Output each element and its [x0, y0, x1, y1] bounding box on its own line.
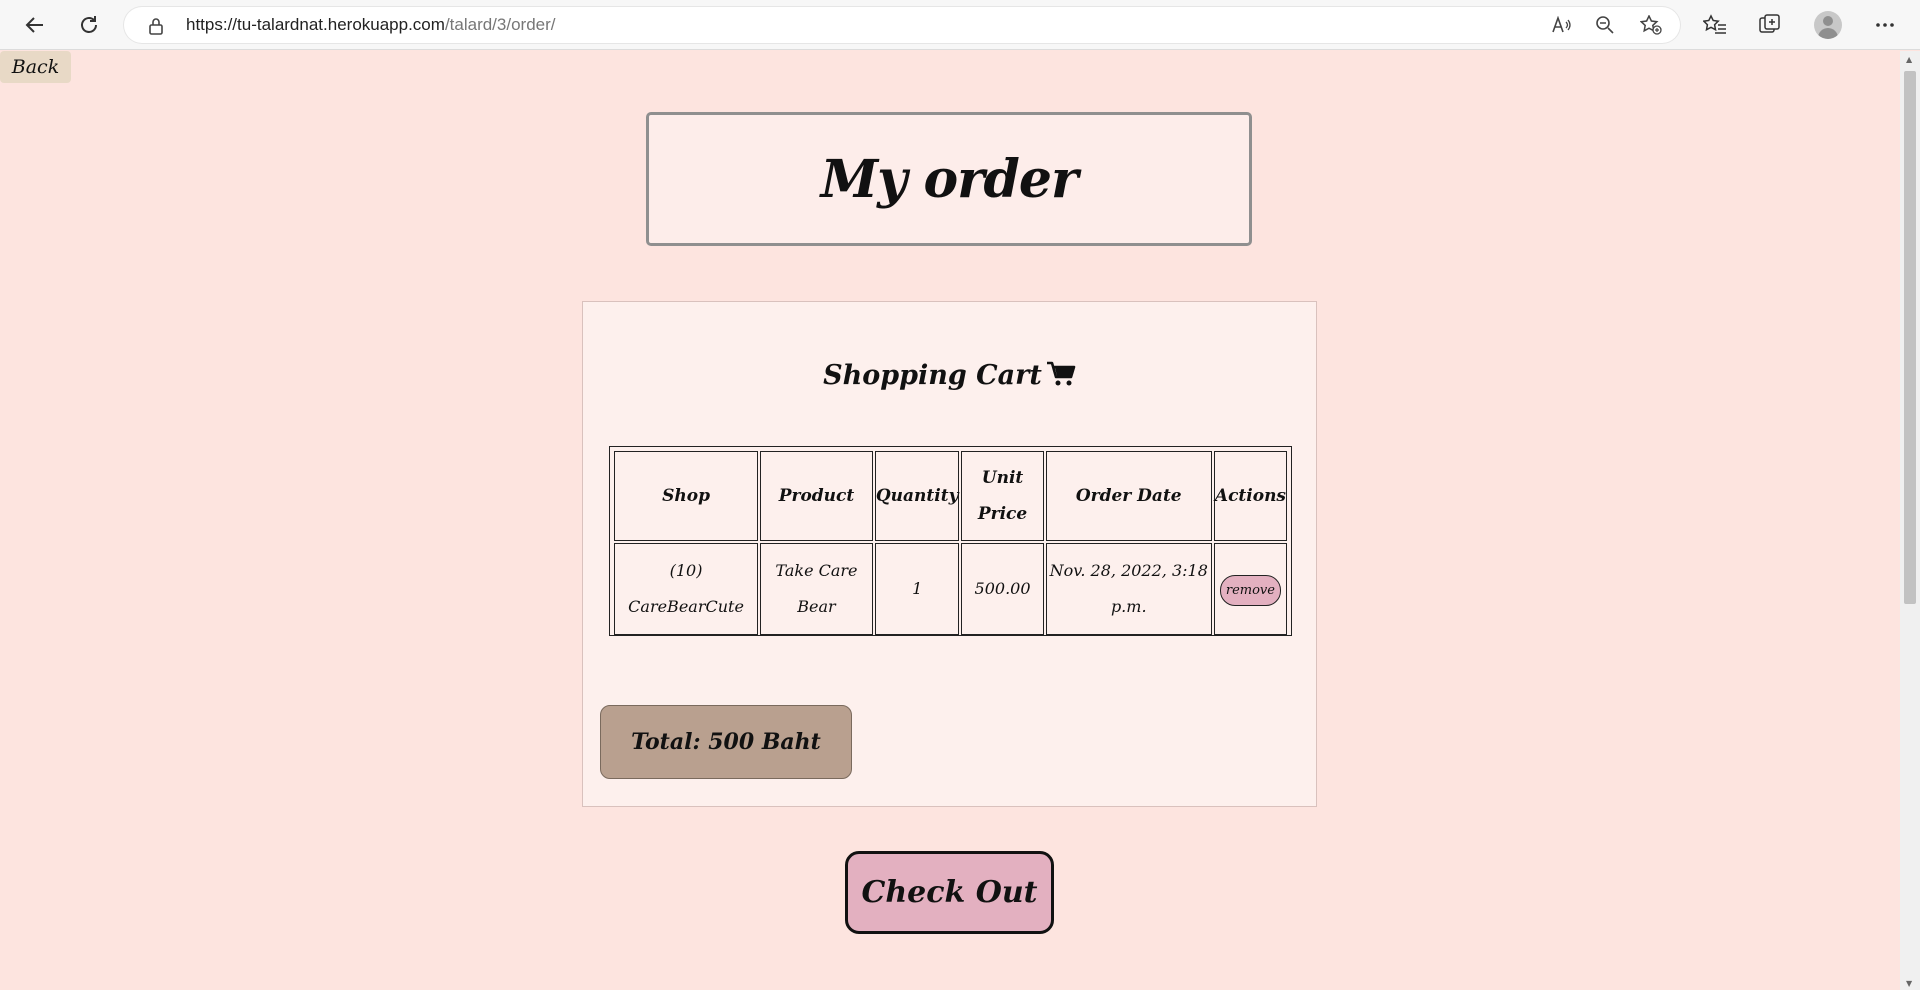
scroll-up-arrow-icon[interactable]: ▲ [1906, 55, 1912, 64]
page-scrollbar[interactable]: ▲ ▼ [1900, 51, 1920, 990]
url-text[interactable]: https://tu-talardnat.herokuapp.com/talar… [186, 15, 556, 35]
url-host: https://tu-talardnat.herokuapp.com [186, 15, 445, 34]
read-aloud-icon[interactable] [1550, 15, 1572, 35]
cart-heading: Shopping Cart [583, 360, 1316, 394]
check-out-button[interactable]: Check Out [845, 851, 1054, 934]
shopping-cart-panel: Shopping Cart Shop Product Quantity Unit… [582, 301, 1317, 807]
lock-icon[interactable] [148, 17, 164, 39]
back-button[interactable]: Back [0, 51, 71, 83]
cell-quantity: 1 [874, 543, 960, 635]
table-header-row: Shop Product Quantity Unit Price Order D… [614, 451, 1287, 541]
column-header-order-date: Order Date [1045, 451, 1212, 541]
add-favorite-icon[interactable] [1640, 15, 1662, 35]
column-header-actions: Actions [1213, 451, 1287, 541]
url-path: /talard/3/order/ [444, 15, 556, 34]
column-header-shop: Shop [614, 451, 759, 541]
remove-button[interactable]: remove [1219, 575, 1281, 606]
title-box: My order [646, 112, 1252, 246]
scroll-thumb[interactable] [1904, 71, 1916, 604]
scroll-down-arrow-icon[interactable]: ▼ [1906, 979, 1912, 988]
collections-icon[interactable] [1755, 10, 1785, 40]
zoom-out-icon[interactable] [1594, 15, 1616, 35]
more-menu-icon[interactable] [1870, 10, 1900, 40]
cart-table: Shop Product Quantity Unit Price Order D… [609, 446, 1292, 636]
back-arrow-icon[interactable] [18, 8, 52, 42]
browser-toolbar: https://tu-talardnat.herokuapp.com/talar… [0, 0, 1920, 50]
column-header-unit-price: Unit Price [961, 451, 1044, 541]
column-header-quantity: Quantity [874, 451, 960, 541]
cell-product: Take Care Bear [760, 543, 873, 635]
cart-heading-label: Shopping Cart [823, 360, 1042, 391]
refresh-icon[interactable] [72, 8, 106, 42]
address-bar[interactable]: https://tu-talardnat.herokuapp.com/talar… [124, 7, 1680, 43]
cell-shop: (10) CareBearCute [614, 543, 759, 635]
total-box: Total: 500 Baht [600, 705, 852, 779]
cell-unit-price: 500.00 [961, 543, 1044, 635]
favorites-icon[interactable] [1700, 10, 1730, 40]
profile-avatar[interactable] [1814, 11, 1842, 39]
cell-actions: remove [1213, 543, 1287, 635]
cell-order-date: Nov. 28, 2022, 3:18 p.m. [1045, 543, 1212, 635]
table-row: (10) CareBearCute Take Care Bear 1 500.0… [614, 543, 1287, 635]
cart-icon [1046, 361, 1076, 394]
page-title: My order [820, 148, 1079, 210]
column-header-product: Product [760, 451, 873, 541]
